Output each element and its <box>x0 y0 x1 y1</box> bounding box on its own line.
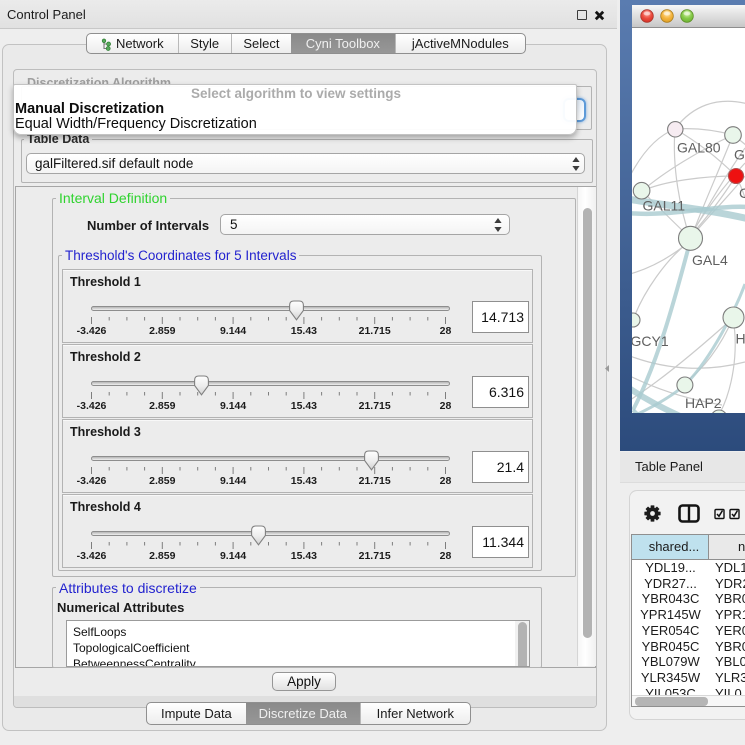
svg-text:GA: GA <box>734 147 745 163</box>
svg-text:H: H <box>736 331 745 347</box>
svg-text:GAL80: GAL80 <box>677 140 721 156</box>
svg-text:GCY1: GCY1 <box>632 333 669 349</box>
svg-text:GAL4: GAL4 <box>692 252 728 268</box>
svg-text:HAP2: HAP2 <box>685 395 722 411</box>
svg-text:C: C <box>739 185 745 201</box>
svg-text:GAL11: GAL11 <box>643 198 686 214</box>
